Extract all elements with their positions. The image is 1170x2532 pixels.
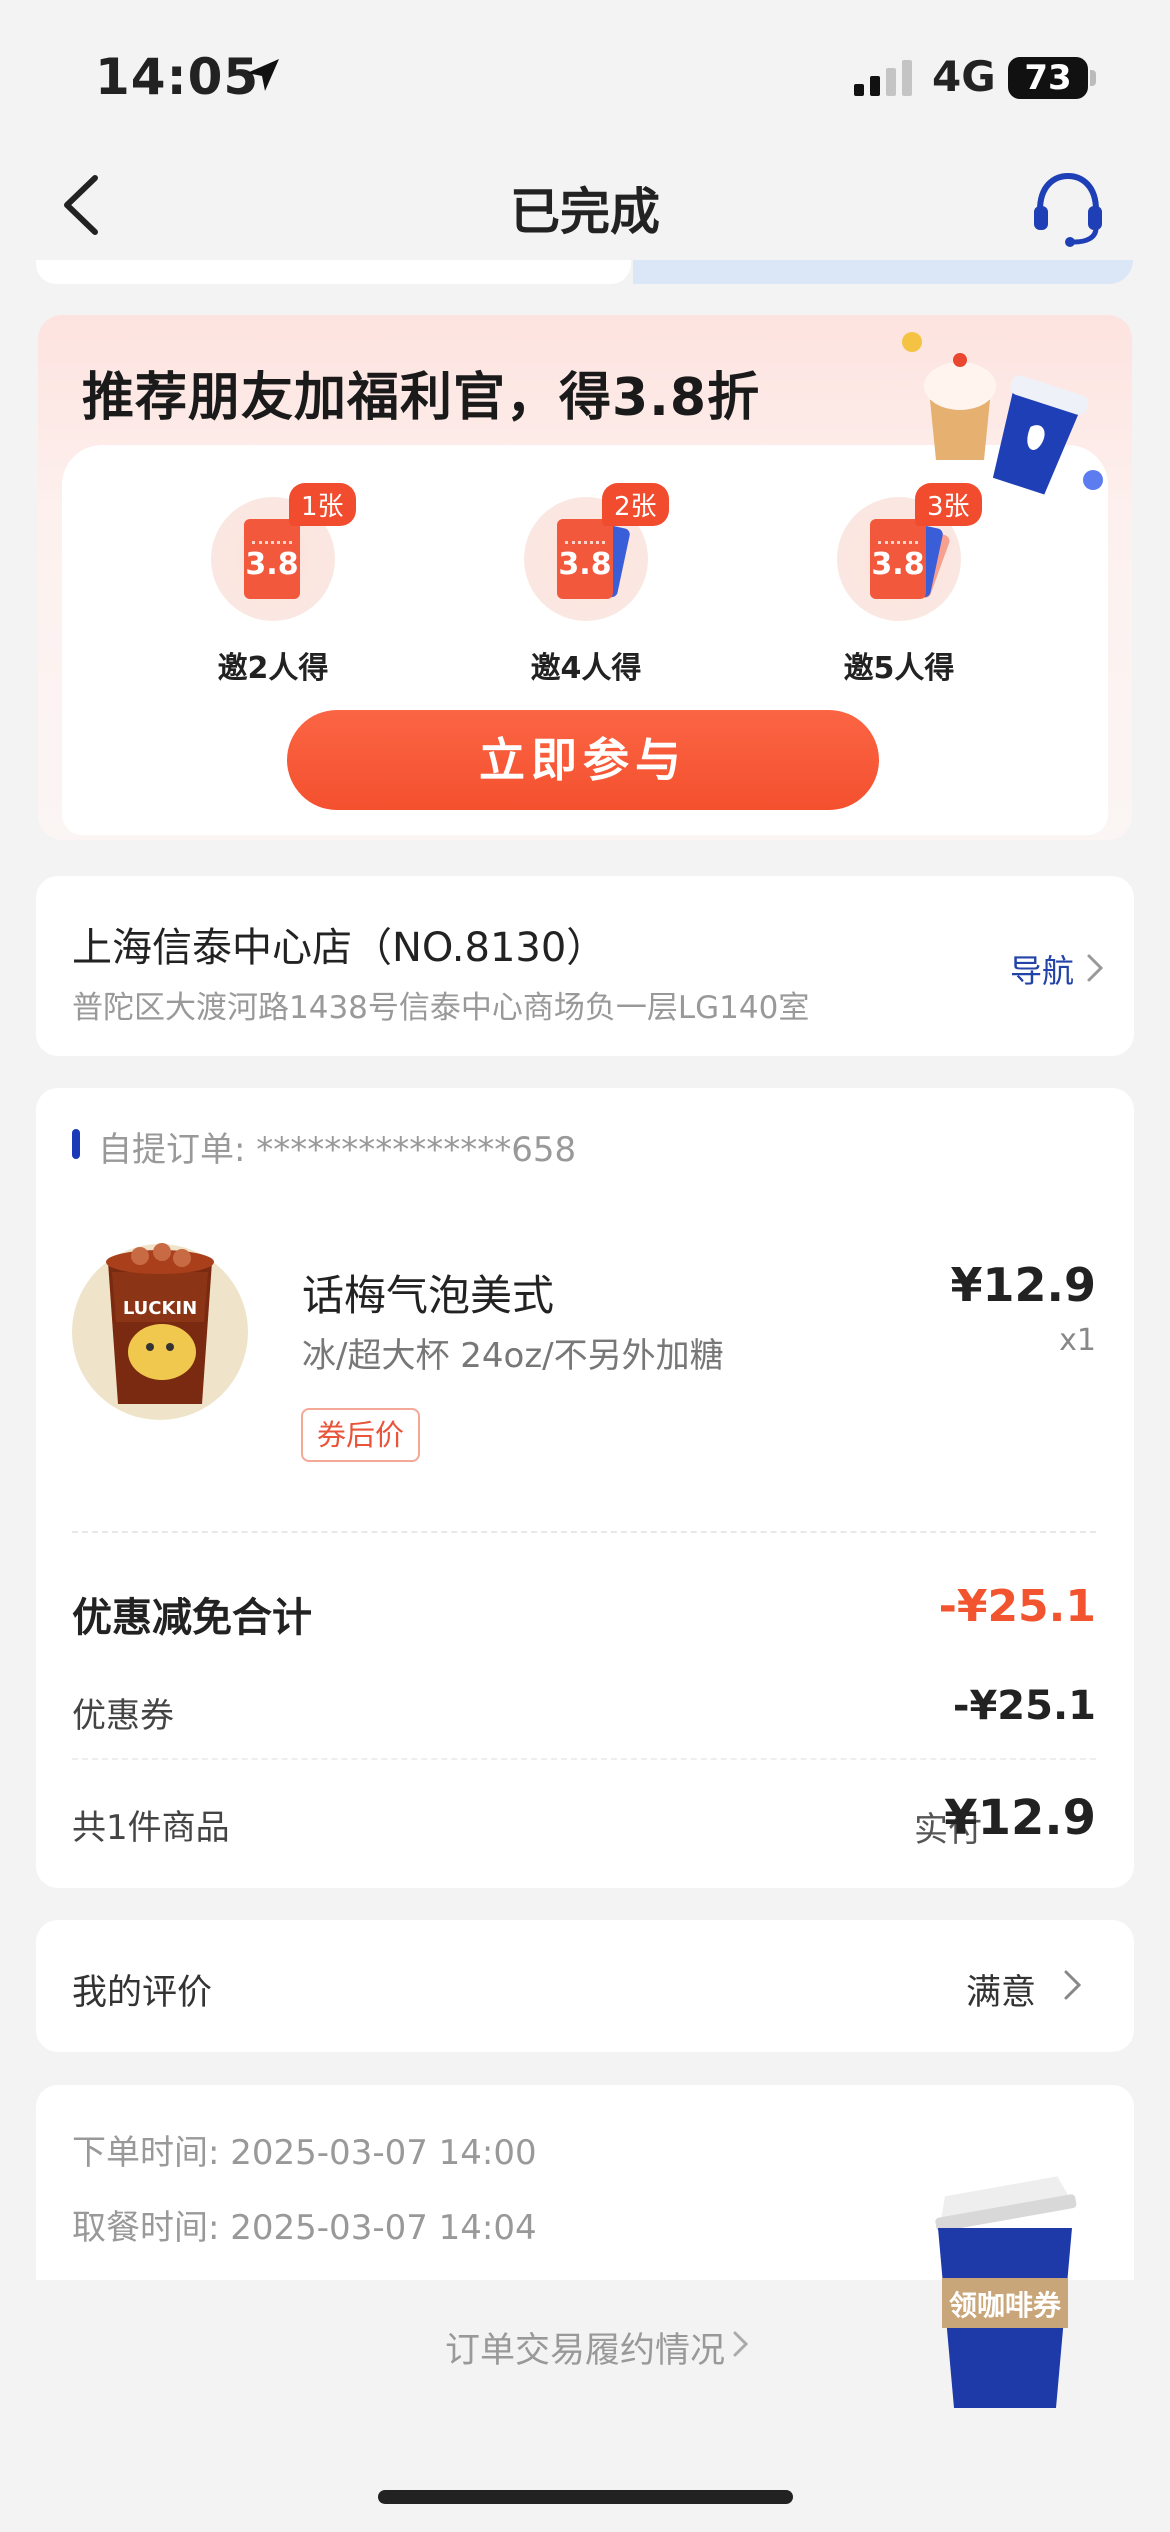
status-time: 14:05 bbox=[95, 48, 260, 106]
coffee-coupon-label: 领咖啡券 bbox=[948, 2289, 1061, 2322]
referral-tier-3[interactable]: 3.8 3张 邀5人得 bbox=[829, 483, 982, 687]
tier-label: 邀2人得 bbox=[217, 651, 329, 686]
home-indicator[interactable] bbox=[378, 2490, 793, 2504]
product-spec: 冰/超大杯 24oz/不另外加糖 bbox=[302, 1336, 724, 1376]
product-name: 话梅气泡美式 bbox=[302, 1271, 555, 1320]
after-coupon-tag: 券后价 bbox=[301, 1408, 421, 1462]
tier-badge: 1张 bbox=[289, 483, 356, 526]
referral-tier-1[interactable]: 3.8 1张 邀2人得 bbox=[203, 483, 356, 687]
order-time: 下单时间: 2025-03-07 14:00 bbox=[72, 2133, 537, 2173]
tier-label: 邀4人得 bbox=[530, 651, 642, 686]
product-image: LUCKIN bbox=[72, 1243, 248, 1420]
discount-total-value: -¥25.1 bbox=[938, 1581, 1096, 1632]
navigate-link[interactable]: 导航 bbox=[1010, 946, 1074, 992]
chevron-right-icon[interactable] bbox=[1084, 950, 1106, 986]
referral-tier-2[interactable]: 3.8 2张 邀4人得 bbox=[516, 483, 669, 687]
store-name: 上海信泰中心店（NO.8130） bbox=[72, 925, 607, 971]
chevron-right-icon[interactable] bbox=[732, 2328, 750, 2360]
top-banner-image-edge bbox=[633, 260, 1133, 284]
promo-title: 推荐朋友加福利官，得3.8折 bbox=[82, 368, 761, 428]
tier-badge: 3张 bbox=[915, 483, 982, 526]
coffee-cups-decoration bbox=[902, 332, 1103, 495]
coupon-ticket-icon: 3.8 bbox=[244, 519, 300, 599]
review-label: 我的评价 bbox=[72, 1973, 213, 2013]
coupon-ticket-icon: 3.8 bbox=[557, 519, 613, 599]
divider bbox=[72, 1758, 1096, 1760]
pickup-time: 取餐时间: 2025-03-07 14:04 bbox=[72, 2208, 537, 2248]
page-title: 已完成 bbox=[510, 183, 660, 241]
chevron-right-icon[interactable] bbox=[1062, 1966, 1084, 2004]
store-address: 普陀区大渡河路1438号信泰中心商场负一层LG140室 bbox=[72, 990, 810, 1026]
tier-badge: 2张 bbox=[602, 483, 669, 526]
signal-icon bbox=[854, 58, 912, 96]
tier-label: 邀5人得 bbox=[843, 651, 955, 686]
coupon-ticket-icon: 3.8 bbox=[870, 519, 926, 599]
battery-cap bbox=[1090, 70, 1096, 86]
join-now-button[interactable]: 立即参与 bbox=[287, 710, 879, 810]
order-accent-bar bbox=[72, 1129, 80, 1159]
items-count: 共1件商品 bbox=[72, 1808, 230, 1848]
product-price: ¥12.9 bbox=[950, 1258, 1096, 1312]
top-banner-edge bbox=[36, 260, 631, 284]
coupon-label: 优惠券 bbox=[72, 1696, 174, 1736]
divider bbox=[72, 1531, 1096, 1533]
battery-icon: 73 bbox=[1008, 57, 1088, 99]
order-card bbox=[36, 1088, 1134, 1888]
coupon-value: -¥25.1 bbox=[952, 1683, 1096, 1729]
svg-text:LUCKIN: LUCKIN bbox=[123, 1298, 197, 1319]
discount-total-label: 优惠减免合计 bbox=[72, 1595, 312, 1641]
order-id: 自提订单: ***************658 bbox=[98, 1130, 577, 1170]
network-type: 4G bbox=[932, 52, 996, 101]
review-value[interactable]: 满意 bbox=[966, 1964, 1036, 2015]
paid-amount: ¥12.9 bbox=[944, 1790, 1096, 1846]
customer-service-icon[interactable] bbox=[1030, 168, 1106, 248]
product-quantity: x1 bbox=[1059, 1323, 1096, 1358]
location-arrow-icon bbox=[247, 59, 279, 91]
